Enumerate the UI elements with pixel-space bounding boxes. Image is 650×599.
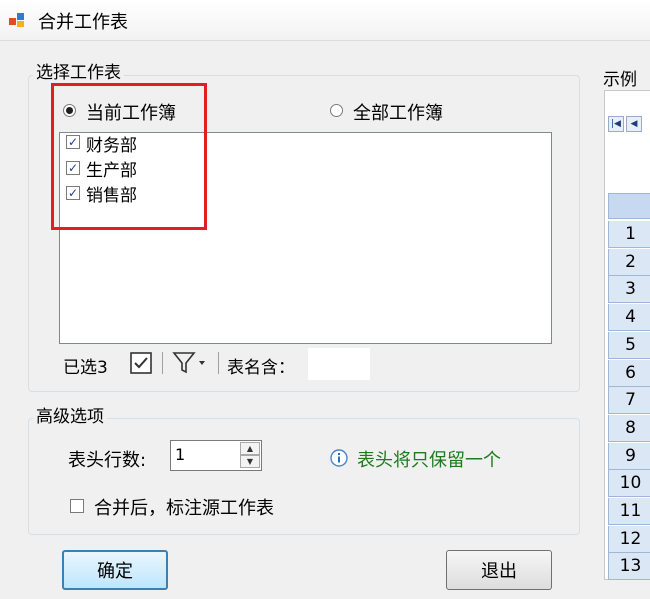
name-contains-label: 表名含： [227, 358, 295, 378]
app-icon [9, 13, 24, 27]
row-header: 9 [608, 442, 650, 470]
selected-count: 已选3 [63, 358, 108, 378]
row-header: 10 [608, 470, 650, 498]
radio-all-workbooks[interactable] [330, 104, 343, 117]
row-header: 2 [608, 248, 650, 276]
title-bar[interactable]: 合并工作表 [0, 0, 650, 41]
row-header: 11 [608, 498, 650, 525]
spin-up-button[interactable]: ▲ [240, 442, 260, 455]
ok-button[interactable]: 确定 [62, 550, 168, 590]
row-header: 6 [608, 359, 650, 387]
exit-button[interactable]: 退出 [446, 550, 552, 590]
header-rows-stepper[interactable]: 1 ▲ ▼ [170, 440, 262, 471]
row-header: 1 [608, 221, 650, 248]
grid-corner [608, 193, 650, 219]
row-header: 7 [608, 387, 650, 415]
mark-source-label[interactable]: 合并后，标注源工作表 [94, 494, 274, 520]
footer-separator-2 [218, 352, 219, 374]
select-sheets-label: 选择工作表 [33, 63, 124, 83]
radio-all-workbooks-label[interactable]: 全部工作簿 [353, 99, 443, 125]
info-icon [330, 449, 348, 467]
header-rows-label: 表头行数: [68, 450, 147, 471]
prev-sheet-icon[interactable]: ◀ [626, 116, 642, 132]
advanced-options-label: 高级选项 [33, 407, 107, 427]
footer-separator-1 [162, 352, 163, 374]
window-title: 合并工作表 [38, 12, 128, 33]
header-rows-value[interactable]: 1 [175, 445, 185, 464]
row-header: 12 [608, 525, 650, 553]
checkbox-icon[interactable] [129, 351, 153, 375]
mark-source-checkbox[interactable] [70, 499, 84, 513]
highlight-box [51, 83, 207, 230]
filter-icon[interactable] [171, 350, 211, 376]
row-header: 4 [608, 304, 650, 332]
info-text: 表头将只保留一个 [357, 450, 501, 471]
row-header: 5 [608, 331, 650, 359]
first-sheet-icon[interactable]: |◀ [608, 116, 624, 132]
spin-down-button[interactable]: ▼ [240, 455, 260, 468]
name-contains-input[interactable] [308, 348, 370, 380]
row-header: 13 [608, 553, 650, 581]
row-header: 3 [608, 276, 650, 304]
row-header: 8 [608, 414, 650, 442]
sample-label: 示例 [603, 70, 637, 90]
